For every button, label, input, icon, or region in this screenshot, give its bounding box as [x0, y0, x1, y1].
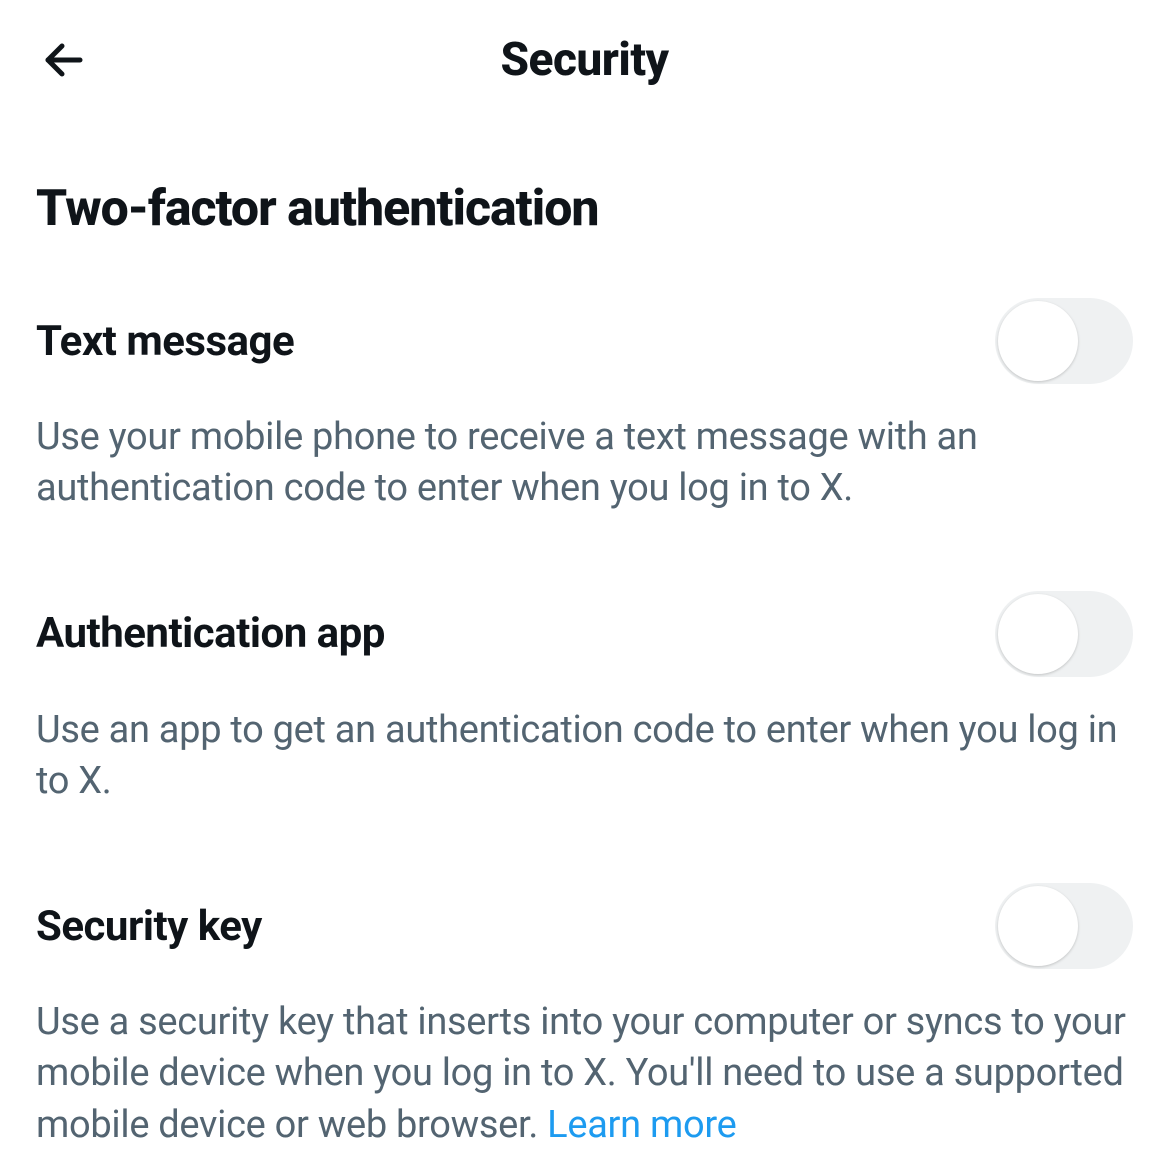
setting-text-message: Text message Use your mobile phone to re…	[36, 298, 1133, 515]
learn-more-link[interactable]: Learn more	[547, 1103, 736, 1147]
setting-label-text-message: Text message	[36, 317, 294, 366]
toggle-authentication-app[interactable]	[995, 591, 1133, 677]
toggle-security-key[interactable]	[995, 883, 1133, 969]
toggle-knob	[998, 301, 1078, 381]
header: Security	[0, 0, 1169, 120]
setting-label-authentication-app: Authentication app	[36, 609, 385, 658]
page-title: Security	[500, 33, 668, 87]
setting-row: Text message	[36, 298, 1133, 384]
toggle-knob	[998, 886, 1078, 966]
content: Two-factor authentication Text message U…	[0, 180, 1169, 1151]
setting-security-key: Security key Use a security key that ins…	[36, 883, 1133, 1151]
setting-label-security-key: Security key	[36, 902, 262, 951]
setting-description-text-message: Use your mobile phone to receive a text …	[36, 412, 1133, 515]
section-title: Two-factor authentication	[36, 180, 1133, 238]
back-button[interactable]	[36, 32, 92, 88]
setting-row: Authentication app	[36, 591, 1133, 677]
toggle-knob	[998, 594, 1078, 674]
setting-description-authentication-app: Use an app to get an authentication code…	[36, 705, 1133, 808]
toggle-text-message[interactable]	[995, 298, 1133, 384]
setting-description-security-key: Use a security key that inserts into you…	[36, 997, 1133, 1151]
setting-row: Security key	[36, 883, 1133, 969]
arrow-left-icon	[40, 36, 88, 84]
setting-authentication-app: Authentication app Use an app to get an …	[36, 591, 1133, 808]
